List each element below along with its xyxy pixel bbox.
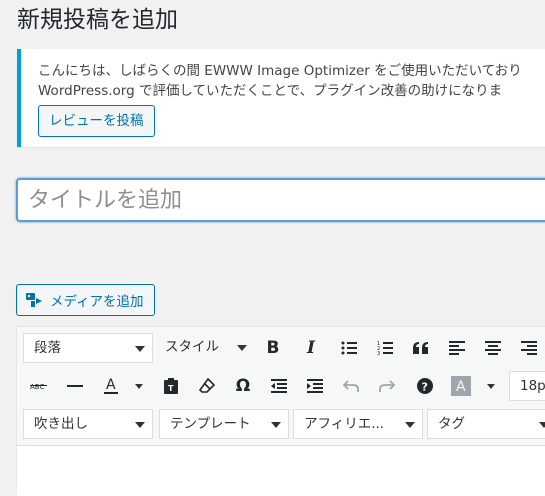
svg-text:?: ?	[422, 381, 428, 394]
chevron-down-icon	[237, 345, 247, 351]
blockquote-icon[interactable]	[407, 334, 435, 362]
paste-as-text-icon[interactable]: T	[157, 372, 185, 400]
chevron-down-icon	[135, 422, 145, 428]
align-right-icon[interactable]	[515, 334, 543, 362]
chevron-down-icon	[539, 422, 545, 428]
notice-text-line-1: こんにちは、しばらくの間 EWWW Image Optimizer をご使用いた…	[38, 63, 522, 79]
background-color-icon[interactable]: A	[447, 372, 475, 400]
svg-text:ABC: ABC	[30, 383, 44, 391]
toolbar-row-2: ABC A T Ω ? A 18p	[17, 369, 545, 405]
speech-bubble-select[interactable]: 吹き出し	[23, 409, 153, 439]
outdent-icon[interactable]	[265, 372, 293, 400]
review-notice: こんにちは、しばらくの間 EWWW Image Optimizer をご使用いた…	[17, 49, 545, 147]
svg-text:A: A	[456, 379, 466, 395]
affiliate-select[interactable]: アフィリエ...	[293, 409, 423, 439]
undo-icon[interactable]	[337, 372, 365, 400]
svg-text:T: T	[168, 384, 174, 393]
toolbar-row-3: 吹き出し テンプレート アフィリエ... タグ	[17, 407, 545, 443]
editor-content-area[interactable]	[17, 445, 545, 496]
svg-text:A: A	[106, 377, 116, 393]
chevron-down-icon[interactable]	[135, 384, 143, 389]
text-color-icon[interactable]: A	[97, 372, 125, 400]
bullet-list-icon[interactable]	[335, 334, 363, 362]
add-media-label: メディアを追加	[50, 294, 144, 310]
special-character-icon[interactable]: Ω	[229, 372, 257, 400]
chevron-down-icon	[405, 422, 415, 428]
font-size-value: 18p	[520, 378, 545, 394]
font-size-select[interactable]: 18p	[509, 371, 545, 401]
format-select-value: 段落	[34, 340, 61, 356]
clear-formatting-icon[interactable]	[193, 372, 221, 400]
format-select[interactable]: 段落	[23, 333, 153, 363]
chevron-down-icon[interactable]	[487, 384, 495, 389]
post-title-input[interactable]	[16, 178, 545, 222]
page-title: 新規投稿を追加	[17, 7, 178, 33]
bold-icon[interactable]: B	[259, 334, 287, 362]
notice-text-line-2: WordPress.org で評価していただくことで、プラグイン改善の助けになり…	[38, 83, 503, 99]
style-select[interactable]: スタイル	[165, 333, 251, 363]
align-left-icon[interactable]	[443, 334, 471, 362]
template-select[interactable]: テンプレート	[159, 409, 289, 439]
redo-icon[interactable]	[373, 372, 401, 400]
help-icon[interactable]: ?	[411, 372, 439, 400]
post-review-button[interactable]: レビューを投稿	[38, 105, 155, 137]
media-icon	[26, 293, 42, 307]
italic-icon[interactable]: I	[297, 334, 325, 362]
toolbar-row-1: 段落 スタイル B I 123	[17, 331, 545, 367]
indent-icon[interactable]	[301, 372, 329, 400]
horizontal-line-icon[interactable]	[61, 372, 89, 400]
chevron-down-icon	[271, 422, 281, 428]
strikethrough-icon[interactable]: ABC	[25, 372, 53, 400]
speech-bubble-select-value: 吹き出し	[34, 416, 88, 432]
tag-select-value: タグ	[438, 416, 465, 432]
style-select-value: スタイル	[165, 339, 219, 355]
template-select-value: テンプレート	[170, 416, 251, 432]
classic-editor: 段落 スタイル B I 123 ABC A T Ω ? A 18p 吹き出し テ…	[16, 326, 545, 496]
svg-text:3: 3	[377, 351, 380, 355]
chevron-down-icon	[135, 346, 145, 352]
numbered-list-icon[interactable]: 123	[371, 334, 399, 362]
align-center-icon[interactable]	[479, 334, 507, 362]
add-media-button[interactable]: メディアを追加	[16, 284, 155, 316]
tag-select[interactable]: タグ	[427, 409, 545, 439]
affiliate-select-value: アフィリエ...	[304, 416, 385, 432]
